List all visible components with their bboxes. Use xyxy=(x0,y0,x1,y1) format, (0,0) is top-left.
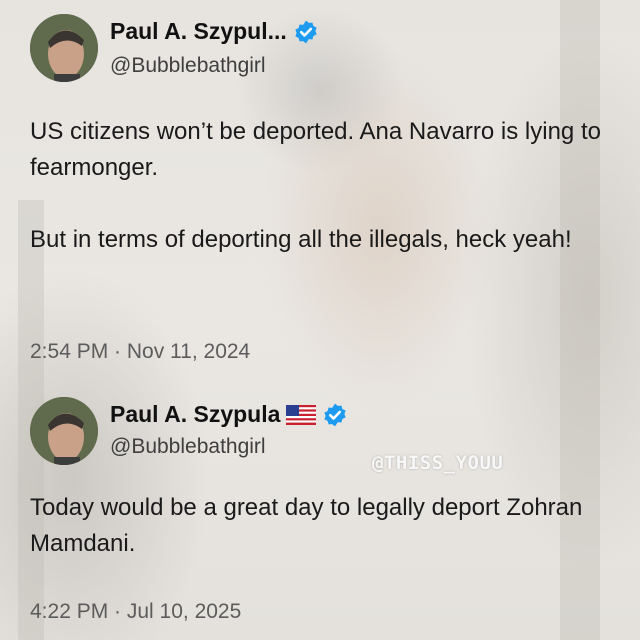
tweet-timestamp[interactable]: 4:22 PM · Jul 10, 2025 xyxy=(30,600,241,624)
verified-badge-icon xyxy=(295,20,317,43)
tweet-paragraph: Today would be a great day to legally de… xyxy=(30,494,583,557)
avatar[interactable] xyxy=(30,14,98,82)
author-name-row[interactable]: Paul A. Szypula xyxy=(110,401,348,428)
tweet-paragraph: US citizens won’t be deported. Ana Navar… xyxy=(30,118,601,181)
watermark-text: @THISS_YOUU xyxy=(372,452,504,474)
author-handle[interactable]: @Bubblebathgirl xyxy=(110,435,266,459)
verified-badge-icon xyxy=(324,403,347,426)
avatar[interactable] xyxy=(30,397,98,465)
author-handle[interactable]: @Bubblebathgirl xyxy=(110,54,266,78)
tweet-text: Today would be a great day to legally de… xyxy=(30,490,620,562)
tweet-timestamp[interactable]: 2:54 PM · Nov 11, 2024 xyxy=(30,340,250,364)
display-name[interactable]: Paul A. Szypul... xyxy=(110,18,287,45)
tweet-paragraph: But in terms of deporting all the illega… xyxy=(30,226,572,253)
display-name[interactable]: Paul A. Szypula xyxy=(110,401,280,428)
author-name-row[interactable]: Paul A. Szypul... xyxy=(110,18,319,45)
tweet-text: US citizens won’t be deported. Ana Navar… xyxy=(30,114,620,258)
us-flag-icon xyxy=(286,404,317,425)
